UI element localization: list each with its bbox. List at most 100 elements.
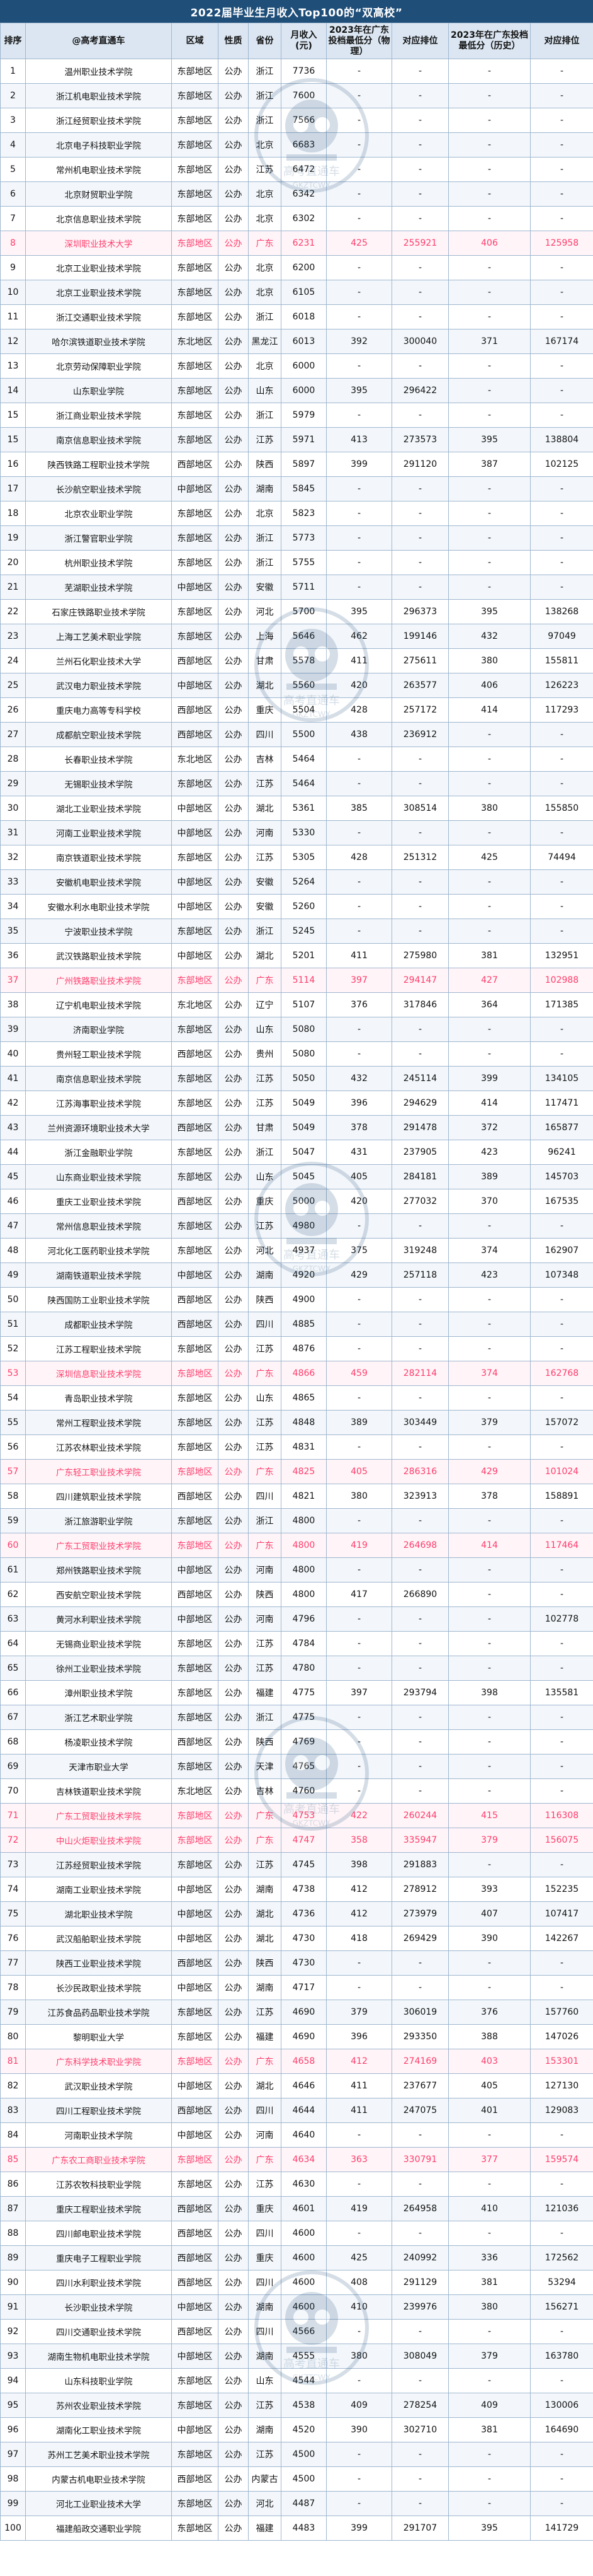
score-physics-cell: - bbox=[326, 1557, 392, 1583]
school-name-cell: 山东职业学院 bbox=[25, 378, 172, 403]
score-history-cell: - bbox=[448, 575, 531, 600]
rank-physics-cell: 199146 bbox=[392, 624, 449, 649]
type-cell: 公办 bbox=[218, 992, 249, 1017]
table-row: 73 江苏经贸职业技术学院 东部地区 公办 江苏 4745 398 291883- - bbox=[0, 1852, 593, 1877]
income-cell: 5897 bbox=[281, 452, 327, 477]
income-cell: 6200 bbox=[281, 255, 327, 280]
rank-history-cell: 163780 bbox=[530, 2344, 593, 2369]
rank-cell: 70 bbox=[0, 1778, 26, 1804]
table-row: 42 江苏海事职业技术学院 东部地区 公办 江苏 5049 396 294629 414 1174… bbox=[0, 1091, 593, 1116]
income-cell: 4866 bbox=[281, 1361, 327, 1386]
income-cell: 4876 bbox=[281, 1336, 327, 1361]
score-physics-cell: - bbox=[326, 2442, 392, 2467]
table-row: 64 无锡商业职业技术学院 东部地区 公办 江苏 4784- - - - bbox=[0, 1631, 593, 1656]
school-name-cell: 陕西国防工业职业技术学院 bbox=[25, 1287, 172, 1312]
rank-physics-cell: - bbox=[392, 1041, 449, 1067]
income-cell: 4831 bbox=[281, 1434, 327, 1460]
province-cell: 吉林 bbox=[248, 747, 281, 772]
region-cell: 西部地区 bbox=[171, 1312, 218, 1337]
score-history-cell: - bbox=[448, 1557, 531, 1583]
score-history-cell: 432 bbox=[448, 624, 531, 649]
rank-history-cell: - bbox=[530, 1778, 593, 1804]
income-cell: 4600 bbox=[281, 2270, 327, 2295]
rank-cell: 41 bbox=[0, 1066, 26, 1091]
type-cell: 公办 bbox=[218, 525, 249, 551]
province-cell: 四川 bbox=[248, 2270, 281, 2295]
rank-history-cell: - bbox=[530, 304, 593, 329]
rank-cell: 92 bbox=[0, 2319, 26, 2344]
region-cell: 东部地区 bbox=[171, 2000, 218, 2025]
rank-physics-cell: 319248 bbox=[392, 1238, 449, 1263]
rank-cell: 100 bbox=[0, 2516, 26, 2541]
region-cell: 中部地区 bbox=[171, 2122, 218, 2148]
region-cell: 东部地区 bbox=[171, 1066, 218, 1091]
header-score-physics: 2023年在广东投档最低分（物理） bbox=[326, 23, 392, 59]
table-row: 52 江苏工程职业技术学院 东部地区 公办 江苏 4876- - - - bbox=[0, 1336, 593, 1361]
province-cell: 甘肃 bbox=[248, 1115, 281, 1140]
rank-physics-cell: 278254 bbox=[392, 2393, 449, 2418]
province-cell: 重庆 bbox=[248, 697, 281, 723]
school-name-cell: 浙江金融职业学院 bbox=[25, 1140, 172, 1165]
table-row: 95 苏州农业职业技术学院 东部地区 公办 江苏 4538 409 278254 409 1300… bbox=[0, 2393, 593, 2418]
rank-history-cell: - bbox=[530, 132, 593, 157]
header-type: 性质 bbox=[218, 23, 249, 59]
rank-physics-cell: 237905 bbox=[392, 1140, 449, 1165]
income-cell: 4487 bbox=[281, 2491, 327, 2516]
rank-cell: 34 bbox=[0, 894, 26, 919]
region-cell: 东部地区 bbox=[171, 599, 218, 624]
province-cell: 四川 bbox=[248, 1312, 281, 1337]
rank-physics-cell: 240992 bbox=[392, 2245, 449, 2270]
province-cell: 江苏 bbox=[248, 1213, 281, 1239]
school-name-cell: 北京财贸职业学院 bbox=[25, 181, 172, 207]
province-cell: 四川 bbox=[248, 722, 281, 747]
rank-physics-cell: 266890 bbox=[392, 1582, 449, 1607]
rank-history-cell: - bbox=[530, 157, 593, 182]
table-row: 98 内蒙古机电职业技术学院 西部地区 公办 内蒙古 4500- - - - bbox=[0, 2466, 593, 2492]
rank-history-cell: - bbox=[530, 1508, 593, 1533]
score-history-cell: 401 bbox=[448, 2098, 531, 2123]
rank-cell: 39 bbox=[0, 1017, 26, 1042]
region-cell: 中部地区 bbox=[171, 1606, 218, 1632]
table-row: 71 广东工贸职业技术学院 东部地区 公办 广东 4753 422 260244 415 1163… bbox=[0, 1803, 593, 1828]
score-history-cell: 370 bbox=[448, 1189, 531, 1214]
type-cell: 公办 bbox=[218, 1778, 249, 1804]
rank-cell: 52 bbox=[0, 1336, 26, 1361]
rank-physics-cell: 300040 bbox=[392, 329, 449, 354]
rank-history-cell: - bbox=[530, 2491, 593, 2516]
header-rank-physics: 对应排位 bbox=[392, 23, 449, 59]
rank-physics-cell: 308049 bbox=[392, 2344, 449, 2369]
type-cell: 公办 bbox=[218, 132, 249, 157]
rank-cell: 45 bbox=[0, 1164, 26, 1189]
school-name-cell: 福建船政交通职业学院 bbox=[25, 2516, 172, 2541]
score-physics-cell: - bbox=[326, 2122, 392, 2148]
score-physics-cell: - bbox=[326, 2319, 392, 2344]
region-cell: 东部地区 bbox=[171, 2516, 218, 2541]
income-cell: 4780 bbox=[281, 1656, 327, 1681]
region-cell: 中部地区 bbox=[171, 1926, 218, 1951]
rank-physics-cell: 323913 bbox=[392, 1484, 449, 1509]
table-row: 86 江苏农牧科技职业学院 东部地区 公办 江苏 4630- - - - bbox=[0, 2172, 593, 2197]
score-history-cell: - bbox=[448, 132, 531, 157]
province-cell: 浙江 bbox=[248, 919, 281, 944]
score-history-cell: - bbox=[448, 280, 531, 305]
type-cell: 公办 bbox=[218, 403, 249, 428]
score-history-cell: 407 bbox=[448, 1901, 531, 1926]
region-cell: 东部地区 bbox=[171, 1385, 218, 1411]
region-cell: 东部地区 bbox=[171, 968, 218, 993]
income-cell: 5464 bbox=[281, 747, 327, 772]
region-cell: 西部地区 bbox=[171, 452, 218, 477]
province-cell: 江苏 bbox=[248, 157, 281, 182]
region-cell: 东部地区 bbox=[171, 624, 218, 649]
province-cell: 河北 bbox=[248, 599, 281, 624]
school-name-cell: 四川工程职业技术学院 bbox=[25, 2098, 172, 2123]
score-history-cell: - bbox=[448, 722, 531, 747]
score-physics-cell: 399 bbox=[326, 452, 392, 477]
income-cell: 7736 bbox=[281, 59, 327, 84]
type-cell: 公办 bbox=[218, 2073, 249, 2098]
score-physics-cell: 412 bbox=[326, 1877, 392, 1902]
region-cell: 中部地区 bbox=[171, 575, 218, 600]
score-history-cell: 414 bbox=[448, 1533, 531, 1558]
score-history-cell: 429 bbox=[448, 1459, 531, 1484]
region-cell: 东北地区 bbox=[171, 1778, 218, 1804]
score-physics-cell: - bbox=[326, 280, 392, 305]
